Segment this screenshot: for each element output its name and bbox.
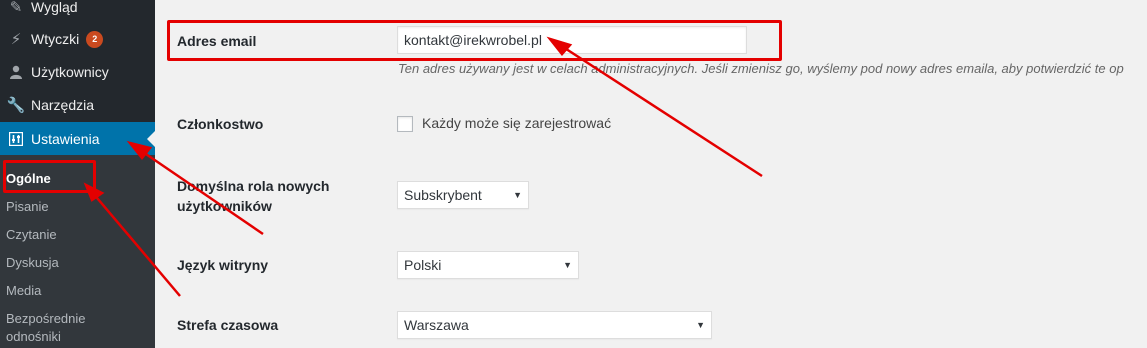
annotation-box-email xyxy=(167,20,782,61)
chevron-down-icon: ▼ xyxy=(513,190,522,200)
wrench-icon: 🔧 xyxy=(6,97,26,114)
chevron-down-icon: ▼ xyxy=(563,260,572,270)
menu-item-settings[interactable]: Ustawienia xyxy=(0,122,155,156)
menu-item-tools[interactable]: 🔧 Narzędzia xyxy=(0,88,155,122)
default-role-value: Subskrybent xyxy=(404,187,482,203)
annotation-box-general xyxy=(3,160,96,193)
registration-checkbox[interactable] xyxy=(397,116,413,132)
settings-icon xyxy=(5,132,27,146)
submenu-item-media[interactable]: Media xyxy=(6,282,41,300)
site-language-value: Polski xyxy=(404,257,442,273)
membership-label: Członkostwo xyxy=(177,116,264,132)
timezone-value: Warszawa xyxy=(404,317,469,333)
plugin-icon: ⚡ xyxy=(10,31,22,48)
menu-label: Ustawienia xyxy=(31,131,100,147)
chevron-down-icon: ▼ xyxy=(696,320,705,330)
submenu-item-permalinks[interactable]: Bezpośrednie xyxy=(6,310,86,328)
submenu-item-discussion[interactable]: Dyskusja xyxy=(6,254,59,272)
timezone-label: Strefa czasowa xyxy=(177,317,279,333)
submenu-item-reading[interactable]: Czytanie xyxy=(6,226,57,244)
users-icon xyxy=(5,65,27,79)
menu-label: Wygląd xyxy=(31,0,78,15)
default-role-label: Domyślna rola nowych xyxy=(177,178,330,194)
submenu-item-writing[interactable]: Pisanie xyxy=(6,198,49,216)
timezone-select[interactable]: Warszawa ▼ xyxy=(397,311,712,339)
update-count-badge: 2 xyxy=(86,30,104,48)
default-role-label-line2: użytkowników xyxy=(177,198,272,214)
menu-item-plugins[interactable]: ⚡ Wtyczki 2 xyxy=(0,22,155,56)
email-description: Ten adres używany jest w celach administ… xyxy=(398,61,1124,76)
menu-label: Wtyczki xyxy=(31,31,80,47)
menu-item-users[interactable]: Użytkownicy xyxy=(0,55,155,89)
registration-checkbox-label[interactable]: Każdy może się zarejestrować xyxy=(422,115,611,131)
paintbrush-icon: ✎ xyxy=(9,0,23,16)
current-menu-arrow xyxy=(147,131,155,147)
site-language-label: Język witryny xyxy=(177,257,269,273)
menu-item-appearance[interactable]: ✎ Wygląd xyxy=(0,0,155,24)
submenu-item-permalinks-line2[interactable]: odnośniki xyxy=(6,328,61,346)
site-language-select[interactable]: Polski ▼ xyxy=(397,251,579,279)
default-role-select[interactable]: Subskrybent ▼ xyxy=(397,181,529,209)
menu-label: Użytkownicy xyxy=(31,64,109,80)
menu-label: Narzędzia xyxy=(31,97,95,113)
